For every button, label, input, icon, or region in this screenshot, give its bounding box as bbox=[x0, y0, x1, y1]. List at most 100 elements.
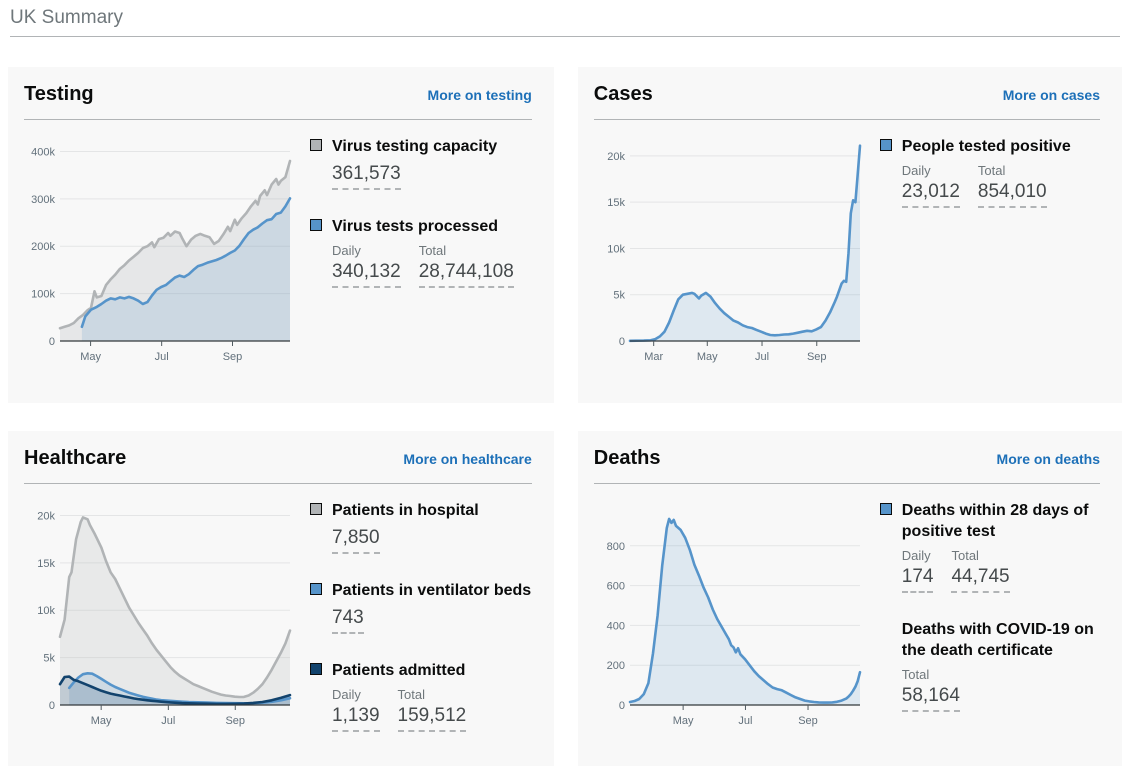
stat-values: 743 bbox=[332, 607, 532, 634]
svg-text:Jul: Jul bbox=[755, 351, 769, 363]
panel-body-deaths: 0200400600800MayJulSepDeaths within 28 d… bbox=[594, 498, 1100, 740]
stat-value-group: Total58,164 bbox=[902, 667, 960, 712]
svg-text:0: 0 bbox=[49, 336, 55, 348]
svg-text:5k: 5k bbox=[43, 653, 55, 665]
stat-label: Patients admitted bbox=[332, 660, 532, 681]
svg-text:0: 0 bbox=[619, 700, 625, 712]
stat-value[interactable]: 44,745 bbox=[951, 566, 1009, 593]
stat-value[interactable]: 361,573 bbox=[332, 163, 401, 190]
blue-square-legend-icon bbox=[880, 139, 892, 151]
panel-title-testing: Testing bbox=[24, 83, 94, 106]
stat-value[interactable]: 23,012 bbox=[902, 181, 960, 208]
stat-value-caption: Total bbox=[398, 687, 467, 703]
chart-cases: 05k10k15k20kMarMayJulSep bbox=[594, 134, 866, 371]
stat-value-group: Daily340,132 bbox=[332, 243, 401, 288]
svg-text:May: May bbox=[697, 351, 718, 363]
chart-testing: 0100k200k300k400kMayJulSep bbox=[24, 134, 296, 371]
stat-block: Deaths within 28 days of positive test Da… bbox=[880, 500, 1100, 593]
svg-text:200: 200 bbox=[606, 660, 624, 672]
stat-value-group: Total854,010 bbox=[978, 163, 1047, 208]
panel-body-testing: 0100k200k300k400kMayJulSepVirus testing … bbox=[24, 134, 532, 376]
stat-value-caption: Daily bbox=[902, 163, 960, 179]
svg-text:5k: 5k bbox=[613, 290, 625, 302]
svg-text:Sep: Sep bbox=[225, 715, 245, 727]
stat-value[interactable]: 340,132 bbox=[332, 261, 401, 288]
stat-value[interactable]: 854,010 bbox=[978, 181, 1047, 208]
chart-wrap-healthcare: 05k10k15k20kMayJulSep bbox=[24, 498, 296, 758]
stat-value[interactable]: 58,164 bbox=[902, 685, 960, 712]
page-title: UK Summary bbox=[10, 6, 1120, 30]
stat-block: Virus testing capacity 361,573 bbox=[310, 136, 532, 190]
svg-text:100k: 100k bbox=[31, 289, 55, 301]
panel-title-cases: Cases bbox=[594, 83, 653, 106]
stat-value[interactable]: 159,512 bbox=[398, 705, 467, 732]
gray-square-legend-icon bbox=[310, 503, 322, 515]
stat-value-group: 7,850 bbox=[332, 527, 380, 554]
svg-text:Sep: Sep bbox=[798, 715, 818, 727]
blue-square-legend-icon bbox=[310, 219, 322, 231]
stat-value-caption: Total bbox=[951, 548, 1009, 564]
blue-square-legend-icon bbox=[880, 503, 892, 515]
stat-label: Patients in ventilator beds bbox=[332, 580, 532, 601]
panel-deaths: DeathsMore on deaths0200400600800MayJulS… bbox=[578, 431, 1122, 766]
stat-values: 361,573 bbox=[332, 163, 532, 190]
panel-header-healthcare: Healthcare More on healthcare bbox=[24, 447, 532, 484]
panel-header-cases: Cases More on cases bbox=[594, 83, 1100, 120]
svg-text:May: May bbox=[91, 715, 112, 727]
svg-text:600: 600 bbox=[606, 581, 624, 593]
stats-cases: People tested positiveDaily23,012Total85… bbox=[866, 134, 1100, 376]
svg-text:20k: 20k bbox=[37, 510, 55, 522]
stat-value-group: Daily 23,012 bbox=[902, 163, 960, 208]
stat-block: Deaths with COVID-19 on the death certif… bbox=[880, 619, 1100, 712]
stat-value[interactable]: 174 bbox=[902, 566, 934, 593]
stat-value-group: Daily174 bbox=[902, 548, 934, 593]
stat-block: Patients in ventilator beds 743 bbox=[310, 580, 532, 634]
svg-text:0: 0 bbox=[49, 700, 55, 712]
more-on-healthcare-link[interactable]: More on healthcare bbox=[403, 451, 531, 467]
chart-wrap-cases: 05k10k15k20kMarMayJulSep bbox=[594, 134, 866, 376]
navy-square-legend-icon bbox=[310, 663, 322, 675]
stat-block: Virus tests processed Daily340,132 Total 28… bbox=[310, 216, 532, 288]
svg-text:May: May bbox=[80, 351, 101, 363]
panels-grid: Testing More on testing 0 100k 200k 300k 400k M… bbox=[0, 67, 1130, 766]
svg-text:400k: 400k bbox=[31, 146, 55, 158]
stat-value-group: Total 159,512 bbox=[398, 687, 467, 732]
more-on-testing-link[interactable]: More on testing bbox=[428, 87, 532, 103]
stat-value-group: 361,573 bbox=[332, 163, 401, 190]
stat-value[interactable]: 1,139 bbox=[332, 705, 380, 732]
more-on-deaths-link[interactable]: More on deaths bbox=[997, 451, 1100, 467]
stat-block: Patients in hospital7,850 bbox=[310, 500, 532, 554]
svg-text:May: May bbox=[673, 715, 694, 727]
more-on-cases-link[interactable]: More on cases bbox=[1003, 87, 1100, 103]
stat-value-caption: Daily bbox=[332, 687, 380, 703]
chart-healthcare: 05k10k15k20kMayJulSep bbox=[24, 498, 296, 735]
stat-values: Daily340,132 Total 28,744,108 bbox=[332, 243, 532, 288]
stat-block: People tested positiveDaily23,012Total85… bbox=[880, 136, 1100, 208]
stat-value-caption: Total bbox=[419, 243, 514, 259]
svg-text:200k: 200k bbox=[31, 241, 55, 253]
svg-text:20k: 20k bbox=[607, 151, 625, 163]
page-header: UK Summary bbox=[0, 0, 1130, 37]
panel-body-healthcare: 05k10k15k20kMayJulSepPatients in hospita… bbox=[24, 498, 532, 758]
panel-healthcare: HealthcareMore on healthcare05k10k15k20k… bbox=[8, 431, 554, 766]
svg-text:300k: 300k bbox=[31, 194, 55, 206]
stat-block: Patients admitted Daily 1,139 Total 159,512 bbox=[310, 660, 532, 732]
chart-wrap-testing: 0100k200k300k400kMayJulSep bbox=[24, 134, 296, 376]
stat-label: Virus tests processed bbox=[332, 216, 532, 237]
stat-value-group: 743 bbox=[332, 607, 364, 634]
stat-label: Deaths within 28 days of positive test bbox=[902, 500, 1100, 542]
panel-cases: CasesMore on cases05k10k15k20kMarMayJulS… bbox=[578, 67, 1122, 403]
blue-square-legend-icon bbox=[310, 583, 322, 595]
stats-testing: Virus testing capacity 361,573 Virus tests… bbox=[296, 134, 532, 376]
stat-label: Virus testing capacity bbox=[332, 136, 532, 157]
panel-title-deaths: Deaths bbox=[594, 447, 661, 470]
svg-text:Jul: Jul bbox=[155, 351, 169, 363]
panel-title-healthcare: Healthcare bbox=[24, 447, 126, 470]
stat-value[interactable]: 743 bbox=[332, 607, 364, 634]
stat-value[interactable]: 7,850 bbox=[332, 527, 380, 554]
stat-value-group: Total 44,745 bbox=[951, 548, 1009, 593]
stat-value-group: Total 28,744,108 bbox=[419, 243, 514, 288]
stat-value[interactable]: 28,744,108 bbox=[419, 261, 514, 288]
svg-text:Jul: Jul bbox=[738, 715, 752, 727]
svg-text:800: 800 bbox=[606, 541, 624, 553]
